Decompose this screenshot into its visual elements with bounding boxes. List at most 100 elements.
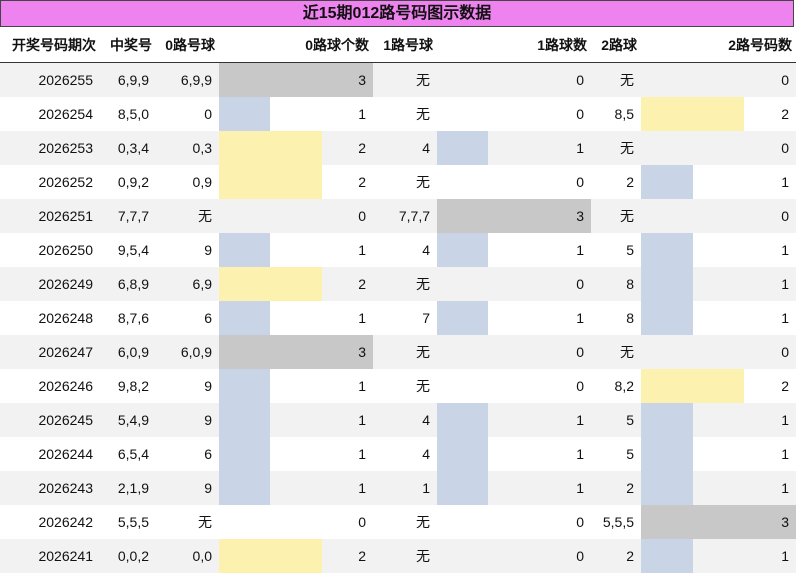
period-cell: 2026248 [38,310,93,326]
road0-balls-cell: 9 [204,242,212,258]
road1-balls-cell: 无 [416,344,430,360]
road2-balls-cell: 8 [626,310,634,326]
winning-number-cell: 8,7,6 [117,310,149,326]
road1-count-cell: 1 [576,242,584,258]
road2-count-cell: 1 [781,276,789,292]
page-title: 近15期012路号码图示数据 [0,0,794,27]
road2-balls-cell: 8,5 [614,106,634,122]
winning-number-cell: 9,8,2 [117,378,149,394]
period-cell: 2026241 [38,548,93,564]
road0-count-cell: 2 [358,276,366,292]
road2-count-cell: 1 [781,480,789,496]
road1-count-cell: 0 [576,548,584,564]
road1-balls-cell: 无 [416,276,430,292]
road2-count-cell: 1 [781,412,789,428]
road2-count-cell: 1 [781,310,789,326]
road0-balls-cell: 6,9 [192,276,212,292]
road2-balls-cell: 8,2 [614,378,634,394]
road2-balls-cell: 5,5,5 [602,514,634,530]
road1-count-cell: 0 [576,106,584,122]
road-data-table: 开奖号码期次 中奖号 0路号球 0路球个数 1路号球 1路球数 2路球 2路号码数 202625… [0,28,796,573]
road1-count-cell: 0 [576,344,584,360]
road2-balls-cell: 无 [620,344,634,360]
table-row: 2026252 0,9,2 0,9 2 无 0 2 1 [0,165,796,199]
road0-count-cell: 1 [358,480,366,496]
winning-number-cell: 6,5,4 [117,446,149,462]
period-cell: 2026254 [38,106,93,122]
road2-count-cell: 1 [781,242,789,258]
table-row: 2026242 5,5,5 无 0 无 0 5,5,5 3 [0,505,796,539]
road2-balls-cell: 无 [620,208,634,224]
road0-count-cell: 1 [358,378,366,394]
road0-count-cell: 2 [358,140,366,156]
period-cell: 2026243 [38,480,93,496]
road0-balls-cell: 0,0 [192,548,212,564]
winning-number-cell: 5,5,5 [117,514,149,530]
road0-balls-cell: 0 [204,106,212,122]
road2-balls-cell: 2 [626,174,634,190]
road0-count-cell: 1 [358,242,366,258]
road1-balls-cell: 4 [422,242,430,258]
road0-count-cell: 1 [358,310,366,326]
table-row: 2026244 6,5,4 6 1 4 1 5 1 [0,437,796,471]
header-road1-count: 1路球数 [537,37,587,53]
road2-balls-cell: 5 [626,412,634,428]
road0-balls-cell: 无 [198,514,212,530]
road0-count-cell: 2 [358,548,366,564]
header-road0-balls: 0路号球 [165,37,215,53]
road0-count-cell: 3 [358,344,366,360]
table-row: 2026250 9,5,4 9 1 4 1 5 1 [0,233,796,267]
road2-count-cell: 0 [781,140,789,156]
road2-balls-cell: 2 [626,548,634,564]
road0-balls-cell: 无 [198,208,212,224]
road1-count-cell: 3 [576,208,584,224]
road0-balls-cell: 6 [204,446,212,462]
winning-number-cell: 6,8,9 [117,276,149,292]
road2-count-cell: 0 [781,344,789,360]
header-road2-balls: 2路球 [601,37,637,53]
period-cell: 2026246 [38,378,93,394]
road1-count-cell: 0 [576,72,584,88]
table-row: 2026248 8,7,6 6 1 7 1 8 1 [0,301,796,335]
table-row: 2026251 7,7,7 无 0 7,7,7 3 无 0 [0,199,796,233]
winning-number-cell: 7,7,7 [117,208,149,224]
table-row: 2026253 0,3,4 0,3 2 4 1 无 0 [0,131,796,165]
road1-balls-cell: 4 [422,140,430,156]
table-row: 2026249 6,8,9 6,9 2 无 0 8 1 [0,267,796,301]
road0-balls-cell: 6,0,9 [180,344,212,360]
winning-number-cell: 0,3,4 [117,140,149,156]
road1-balls-cell: 1 [422,480,430,496]
period-cell: 2026252 [38,174,93,190]
table-row: 2026254 8,5,0 0 1 无 0 8,5 2 [0,97,796,131]
road0-balls-cell: 0,3 [192,140,212,156]
road1-count-cell: 1 [576,446,584,462]
road1-count-cell: 1 [576,140,584,156]
winning-number-cell: 0,0,2 [117,548,149,564]
header-road2-count: 2路号码数 [728,37,792,53]
road0-balls-cell: 9 [204,412,212,428]
road1-count-cell: 1 [576,480,584,496]
road2-balls-cell: 无 [620,140,634,156]
road1-balls-cell: 7,7,7 [398,208,430,224]
road2-count-cell: 3 [781,514,789,530]
road1-balls-cell: 无 [416,174,430,190]
road2-balls-cell: 5 [626,446,634,462]
period-cell: 2026249 [38,276,93,292]
road2-count-cell: 1 [781,174,789,190]
road2-count-cell: 1 [781,446,789,462]
winning-number-cell: 2,1,9 [117,480,149,496]
road1-balls-cell: 4 [422,412,430,428]
period-cell: 2026245 [38,412,93,428]
period-cell: 2026247 [38,344,93,360]
period-cell: 2026253 [38,140,93,156]
header-winning-number: 中奖号 [110,37,152,53]
road1-count-cell: 1 [576,310,584,326]
road0-count-cell: 0 [358,208,366,224]
road2-count-cell: 2 [781,106,789,122]
road1-count-cell: 0 [576,174,584,190]
header-road0-count: 0路球个数 [305,37,369,53]
road1-count-cell: 0 [576,276,584,292]
road0-balls-cell: 0,9 [192,174,212,190]
road2-balls-cell: 无 [620,72,634,88]
period-cell: 2026251 [38,208,93,224]
